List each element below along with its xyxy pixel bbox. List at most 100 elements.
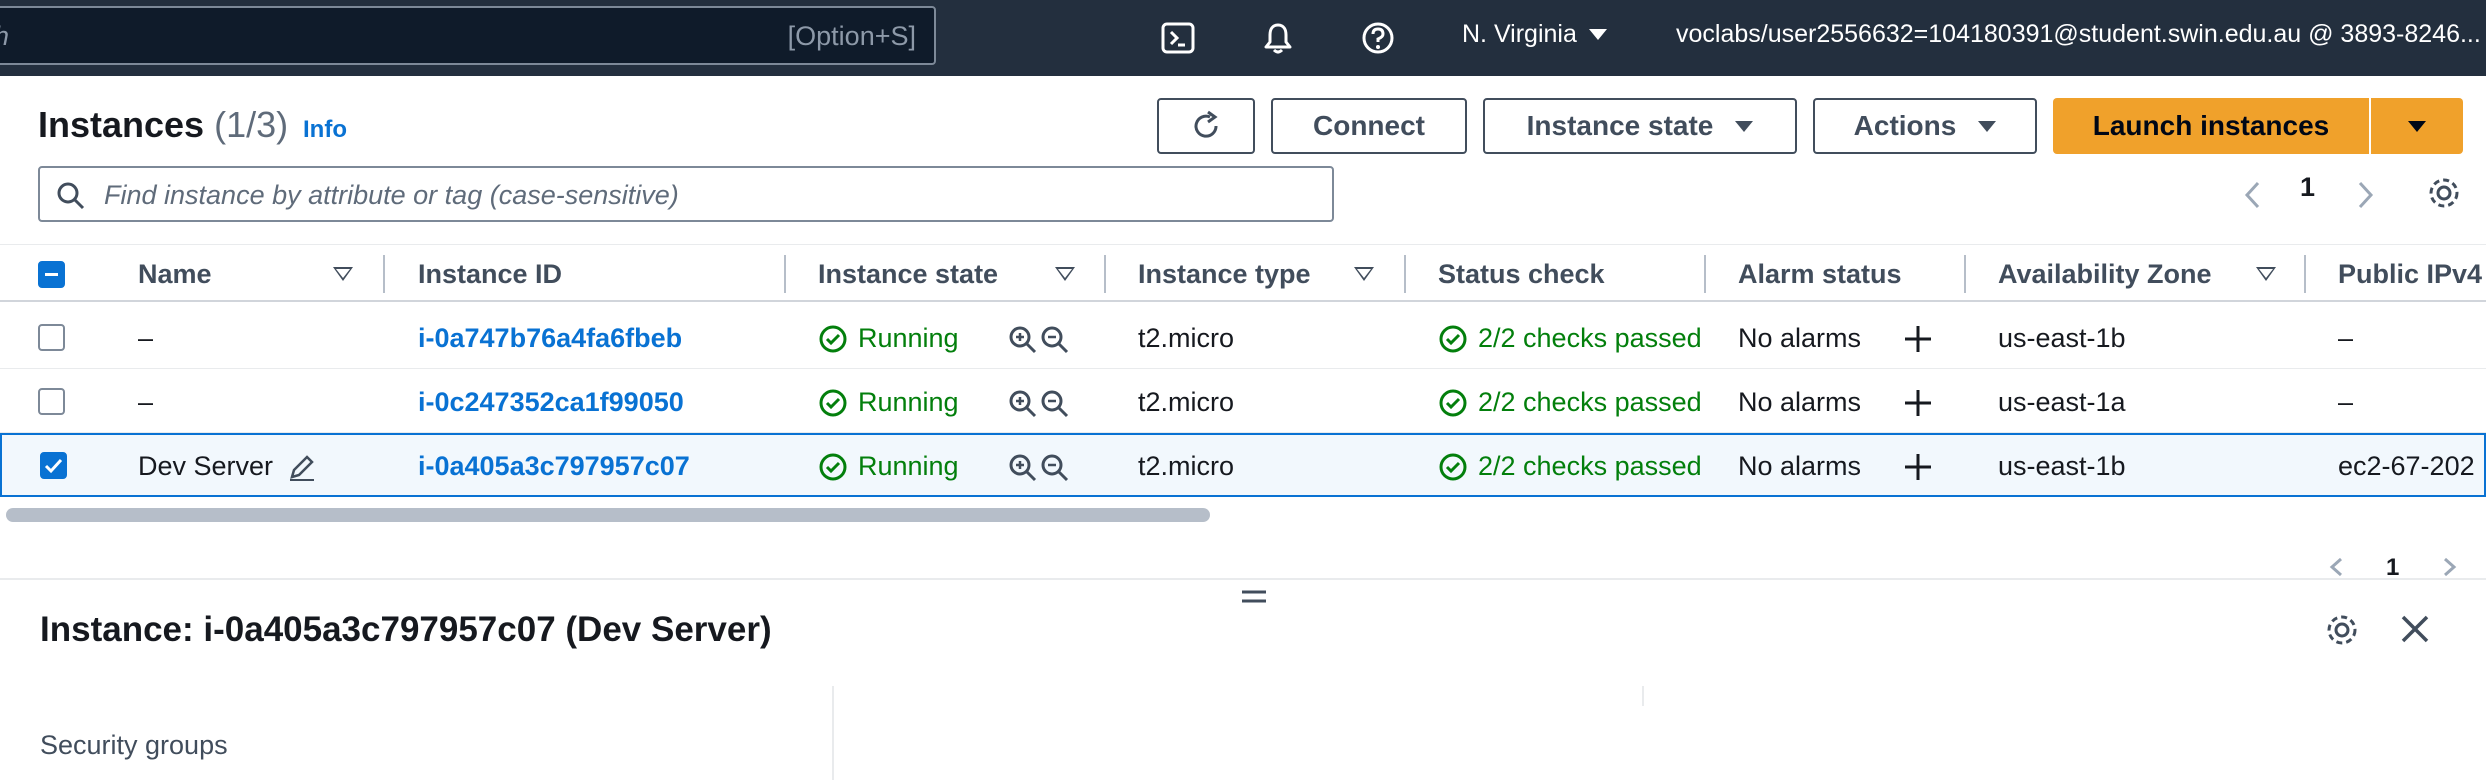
column-header-public-ipv4[interactable]: Public IPv4: [2338, 259, 2482, 290]
connect-button[interactable]: Connect: [1271, 98, 1467, 154]
instance-id-link[interactable]: i-0a747b76a4fa6fbeb: [418, 323, 682, 354]
instance-type: t2.micro: [1138, 323, 1235, 353]
help-icon[interactable]: [1358, 18, 1398, 58]
close-icon[interactable]: [2398, 612, 2432, 646]
column-divider[interactable]: [2304, 255, 2306, 293]
chevron-right-icon[interactable]: [2352, 178, 2378, 212]
instance-state: Running: [818, 323, 959, 354]
row-checkbox[interactable]: [38, 388, 65, 415]
table-row-selected[interactable]: Dev Server i-0a405a3c797957c07 Running t…: [0, 433, 2486, 497]
account-menu[interactable]: voclabs/user2556632=104180391@student.sw…: [1676, 20, 2481, 49]
column-header-availability-zone[interactable]: Availability Zone: [1998, 259, 2212, 290]
column-divider: [832, 686, 834, 780]
add-alarm-icon[interactable]: [1902, 387, 1934, 419]
column-divider[interactable]: [1404, 255, 1406, 293]
table-row[interactable]: – i-0c247352ca1f99050 Running t2.micro 2…: [0, 369, 2486, 433]
selection-count: (1/3): [214, 104, 289, 145]
zoom-in-icon[interactable]: [1008, 389, 1038, 419]
actions-dropdown[interactable]: Actions: [1813, 98, 2037, 154]
refresh-icon: [1194, 110, 1218, 138]
region-label: N. Virginia: [1462, 20, 1577, 48]
instance-type: t2.micro: [1138, 451, 1235, 481]
public-ipv4: –: [2338, 323, 2354, 353]
table-header: Name Instance ID Instance state Instance…: [0, 244, 2486, 302]
page-number[interactable]: 1: [2300, 172, 2315, 203]
bottom-page-number[interactable]: 1: [2386, 554, 2399, 576]
success-check-icon: [1439, 325, 1467, 352]
success-check-icon: [819, 453, 847, 480]
instance-filter-input[interactable]: Find instance by attribute or tag (case-…: [38, 166, 1334, 222]
chevron-left-icon[interactable]: [2240, 178, 2266, 212]
select-all-checkbox[interactable]: [38, 261, 65, 288]
instance-state-text: Running: [858, 323, 959, 353]
details-title: Instance: i-0a405a3c797957c07 (Dev Serve…: [40, 610, 772, 649]
success-check-icon: [819, 389, 847, 416]
status-check-text: 2/2 checks passed: [1478, 451, 1702, 481]
search-icon: [57, 182, 85, 210]
zoom-out-icon[interactable]: [1040, 389, 1070, 419]
edit-pencil-icon[interactable]: [286, 451, 318, 483]
horizontal-scrollbar[interactable]: [6, 508, 1210, 522]
zoom-in-icon[interactable]: [1008, 325, 1038, 355]
checkmark-icon: [44, 458, 63, 474]
search-shortcut-hint: [Option+S]: [787, 21, 916, 51]
column-divider[interactable]: [383, 255, 385, 293]
chevron-down-icon: [1588, 29, 1607, 40]
column-header-instance-type[interactable]: Instance type: [1138, 259, 1311, 290]
availability-zone: us-east-1a: [1998, 387, 2126, 417]
column-divider[interactable]: [1104, 255, 1106, 293]
add-alarm-icon[interactable]: [1902, 323, 1934, 355]
sort-icon[interactable]: [1055, 267, 1075, 281]
instance-name: –: [138, 387, 154, 417]
zoom-in-icon[interactable]: [1008, 453, 1038, 483]
info-link[interactable]: Info: [303, 116, 347, 144]
global-search-input[interactable]: h [Option+S]: [0, 6, 936, 65]
row-checkbox-checked[interactable]: [40, 452, 67, 479]
status-check: 2/2 checks passed: [1438, 451, 1702, 482]
instance-id-link[interactable]: i-0a405a3c797957c07: [418, 451, 690, 482]
instance-name: –: [138, 323, 154, 353]
zoom-out-icon[interactable]: [1040, 325, 1070, 355]
success-check-icon: [1439, 453, 1467, 480]
chevron-right-icon[interactable]: [2438, 556, 2460, 578]
status-check-text: 2/2 checks passed: [1478, 387, 1702, 417]
column-divider[interactable]: [1704, 255, 1706, 293]
column-header-alarm-status[interactable]: Alarm status: [1738, 259, 1902, 290]
cloudshell-icon[interactable]: [1158, 18, 1198, 58]
gear-icon[interactable]: [2426, 175, 2462, 211]
sort-icon[interactable]: [1354, 267, 1374, 281]
filter-placeholder: Find instance by attribute or tag (case-…: [104, 180, 679, 210]
column-divider[interactable]: [1964, 255, 1966, 293]
details-panel: [0, 578, 2486, 780]
security-groups-label: Security groups: [40, 730, 228, 760]
instance-state-dropdown[interactable]: Instance state: [1483, 98, 1797, 154]
column-header-instance-id[interactable]: Instance ID: [418, 259, 562, 290]
launch-instances-button[interactable]: Launch instances: [2053, 98, 2369, 154]
instance-state-text: Running: [858, 451, 959, 481]
refresh-button[interactable]: [1157, 98, 1255, 154]
public-ipv4: –: [2338, 387, 2354, 417]
column-divider[interactable]: [784, 255, 786, 293]
notifications-bell-icon[interactable]: [1258, 18, 1298, 58]
launch-options-dropdown[interactable]: [2371, 98, 2463, 154]
row-checkbox[interactable]: [38, 324, 65, 351]
column-header-name[interactable]: Name: [138, 259, 212, 290]
chevron-down-icon: [1735, 120, 1754, 132]
resize-handle-icon[interactable]: [1240, 586, 1268, 608]
table-row[interactable]: – i-0a747b76a4fa6fbeb Running t2.micro 2…: [0, 305, 2486, 369]
page-title-text: Instances: [38, 104, 205, 145]
zoom-out-icon[interactable]: [1040, 453, 1070, 483]
sort-icon[interactable]: [2256, 267, 2276, 281]
column-header-instance-state[interactable]: Instance state: [818, 259, 998, 290]
sort-icon[interactable]: [333, 267, 353, 281]
instance-id-link[interactable]: i-0c247352ca1f99050: [418, 387, 684, 418]
column-divider: [1642, 686, 1644, 706]
gear-icon[interactable]: [2324, 612, 2360, 648]
add-alarm-icon[interactable]: [1902, 451, 1934, 483]
alarm-status: No alarms: [1738, 451, 1862, 481]
instance-name: Dev Server: [138, 451, 274, 481]
chevron-left-icon[interactable]: [2326, 556, 2348, 578]
availability-zone: us-east-1b: [1998, 451, 2126, 481]
column-header-status-check[interactable]: Status check: [1438, 259, 1605, 290]
region-selector[interactable]: N. Virginia: [1462, 20, 1607, 49]
